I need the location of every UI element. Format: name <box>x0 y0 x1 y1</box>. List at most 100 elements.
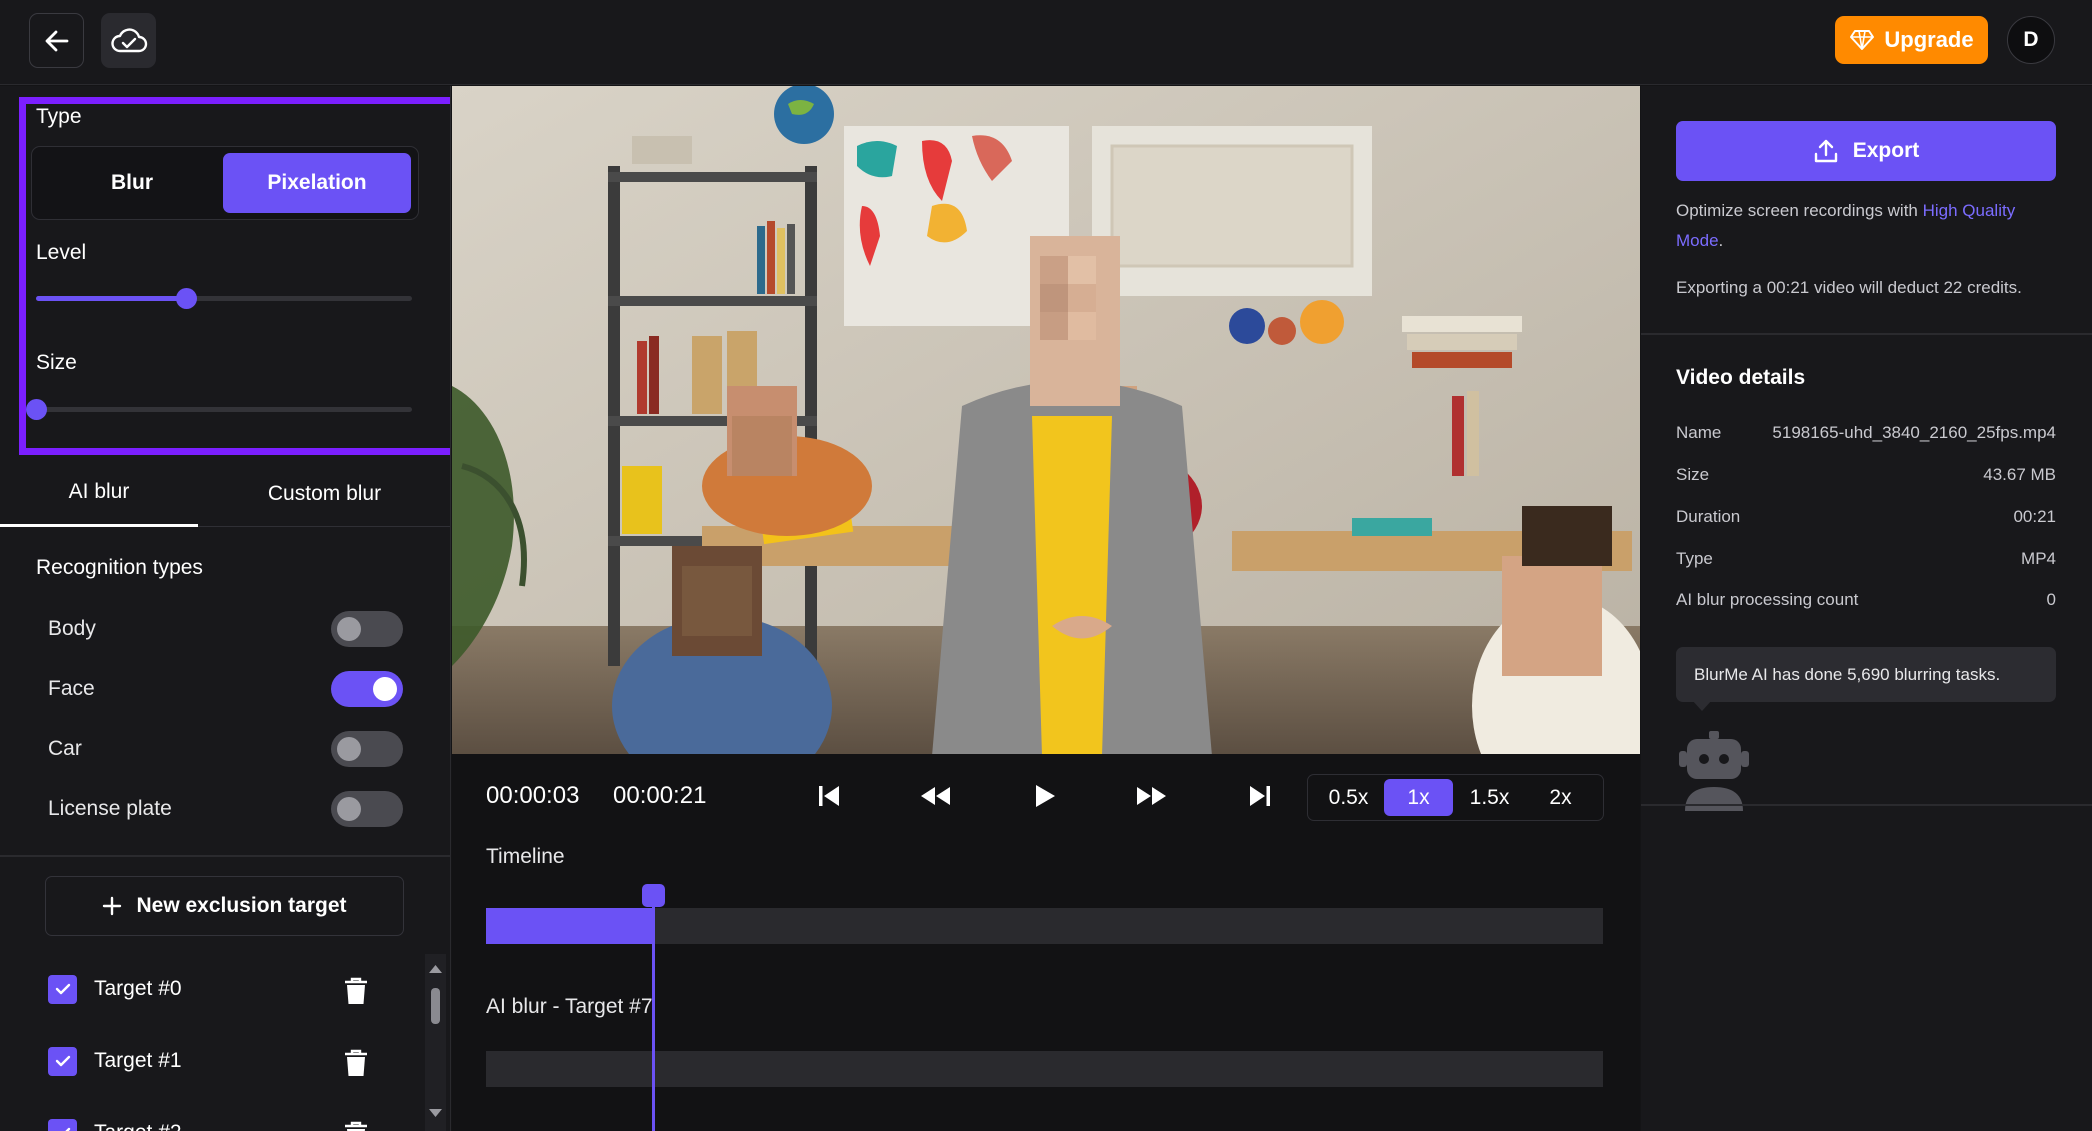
target-checkbox[interactable] <box>48 1118 77 1131</box>
car-toggle[interactable] <box>331 731 403 767</box>
upgrade-button[interactable]: Upgrade <box>1835 16 1988 64</box>
type-pixelation-button[interactable]: Pixelation <box>223 153 411 213</box>
rewind-icon[interactable] <box>918 782 952 810</box>
detail-value: 0 <box>2046 590 2056 609</box>
toggle-knob <box>337 737 361 761</box>
recognition-row-face: Face <box>48 669 403 709</box>
recognition-row-car: Car <box>48 729 403 769</box>
target-checkbox[interactable] <box>48 1046 77 1076</box>
target-label: Target #2 <box>94 1121 182 1131</box>
recognition-label: License plate <box>48 797 172 820</box>
level-slider-handle[interactable] <box>176 288 198 309</box>
blur-mode-tabs: AI blur Custom blur <box>0 460 450 527</box>
recognition-row-license-plate: License plate <box>48 789 403 829</box>
cloud-check-icon <box>110 27 147 52</box>
plus-icon <box>103 896 122 916</box>
optimize-text: Optimize screen recordings with <box>1676 201 1923 220</box>
trash-icon[interactable] <box>344 1121 368 1131</box>
trash-icon[interactable] <box>344 1049 368 1077</box>
speed-1x[interactable]: 1x <box>1384 779 1453 816</box>
speed-1-5x[interactable]: 1.5x <box>1455 779 1524 816</box>
level-slider[interactable] <box>36 288 412 309</box>
divider <box>1641 333 2092 335</box>
detail-key: Name <box>1676 423 1722 442</box>
recognition-label: Body <box>48 617 96 640</box>
detail-value: MP4 <box>2021 549 2056 568</box>
skip-to-end-icon[interactable] <box>1246 782 1274 810</box>
upload-icon <box>1814 139 1837 163</box>
export-button[interactable]: Export <box>1676 121 2056 181</box>
detail-row-type: Type MP4 <box>1676 549 2056 569</box>
recognition-types-title: Recognition types <box>36 556 203 579</box>
target-label: Target #0 <box>94 977 182 1000</box>
classroom-scene-image <box>452 86 1640 754</box>
recognition-label: Face <box>48 677 95 700</box>
speed-0-5x[interactable]: 0.5x <box>1314 779 1383 816</box>
play-icon[interactable] <box>1033 782 1057 810</box>
detail-row-duration: Duration 00:21 <box>1676 507 2056 527</box>
timeline-label: Timeline <box>486 845 565 868</box>
avatar[interactable]: D <box>2007 16 2055 64</box>
timeline-progress <box>486 908 654 944</box>
check-icon <box>55 983 70 995</box>
divider <box>0 855 450 857</box>
target-checkbox[interactable] <box>48 974 77 1004</box>
license-plate-toggle[interactable] <box>331 791 403 827</box>
scroll-up-icon[interactable] <box>428 964 443 974</box>
check-icon <box>55 1055 70 1067</box>
type-segmented-control: Blur Pixelation <box>31 146 419 220</box>
target-row-1: Target #1 <box>48 1041 368 1081</box>
detail-key: AI blur processing count <box>1676 590 1859 609</box>
speed-2x[interactable]: 2x <box>1526 779 1595 816</box>
target-row-0: Target #0 <box>48 969 368 1009</box>
tab-ai-blur[interactable]: AI blur <box>0 460 198 527</box>
speech-bubble-tail <box>1692 700 1712 711</box>
trash-icon[interactable] <box>344 977 368 1005</box>
cloud-saved-button[interactable] <box>101 13 156 68</box>
stats-speech-bubble: BlurMe AI has done 5,690 blurring tasks. <box>1676 647 2056 702</box>
blur-track-label: AI blur - Target #7 <box>486 995 653 1018</box>
detail-key: Type <box>1676 549 1713 568</box>
scroll-down-icon[interactable] <box>428 1108 443 1118</box>
body-toggle[interactable] <box>331 611 403 647</box>
detail-key: Size <box>1676 465 1710 484</box>
diamond-icon <box>1850 30 1875 50</box>
recognition-row-body: Body <box>48 609 403 649</box>
detail-row-name: Name 5198165-uhd_3840_2160_25fps.mp4 <box>1676 423 2056 443</box>
video-details-title: Video details <box>1676 366 1806 389</box>
face-toggle[interactable] <box>331 671 403 707</box>
playback-speed-selector: 0.5x 1x 1.5x 2x <box>1307 774 1604 821</box>
level-label: Level <box>36 241 87 264</box>
check-icon <box>64 1127 70 1131</box>
targets-scrollbar[interactable] <box>425 954 446 1131</box>
recognition-label: Car <box>48 737 82 760</box>
target-label: Target #1 <box>94 1049 182 1072</box>
skip-to-start-icon[interactable] <box>815 782 843 810</box>
new-exclusion-label: New exclusion target <box>136 894 347 917</box>
detail-row-ai-blur-count: AI blur processing count 0 <box>1676 590 2056 610</box>
toggle-knob <box>373 677 397 701</box>
tab-custom-blur[interactable]: Custom blur <box>198 460 450 527</box>
scrollbar-thumb[interactable] <box>431 988 440 1024</box>
type-blur-button[interactable]: Blur <box>38 153 226 213</box>
right-panel: Export Optimize screen recordings with H… <box>1641 86 2092 1131</box>
toggle-knob <box>337 797 361 821</box>
divider <box>1641 804 2092 806</box>
back-button[interactable] <box>29 13 84 68</box>
type-label: Type <box>36 105 82 128</box>
detail-value: 43.67 MB <box>1983 465 2056 484</box>
detail-key: Duration <box>1676 507 1741 526</box>
playhead[interactable] <box>652 906 656 1131</box>
current-time: 00:00:03 <box>486 782 580 809</box>
size-slider[interactable] <box>26 399 412 420</box>
playhead-handle[interactable] <box>642 884 666 907</box>
new-exclusion-target-button[interactable]: New exclusion target <box>45 876 404 936</box>
size-label: Size <box>36 351 77 374</box>
size-slider-handle[interactable] <box>26 399 47 420</box>
fast-forward-icon[interactable] <box>1135 782 1169 810</box>
upgrade-label: Upgrade <box>1884 27 1974 52</box>
top-bar: Upgrade D <box>0 0 2092 85</box>
detail-value: 5198165-uhd_3840_2160_25fps.mp4 <box>1772 423 2056 442</box>
video-preview[interactable] <box>452 86 1640 754</box>
robot-mascot-icon <box>1679 731 1749 811</box>
